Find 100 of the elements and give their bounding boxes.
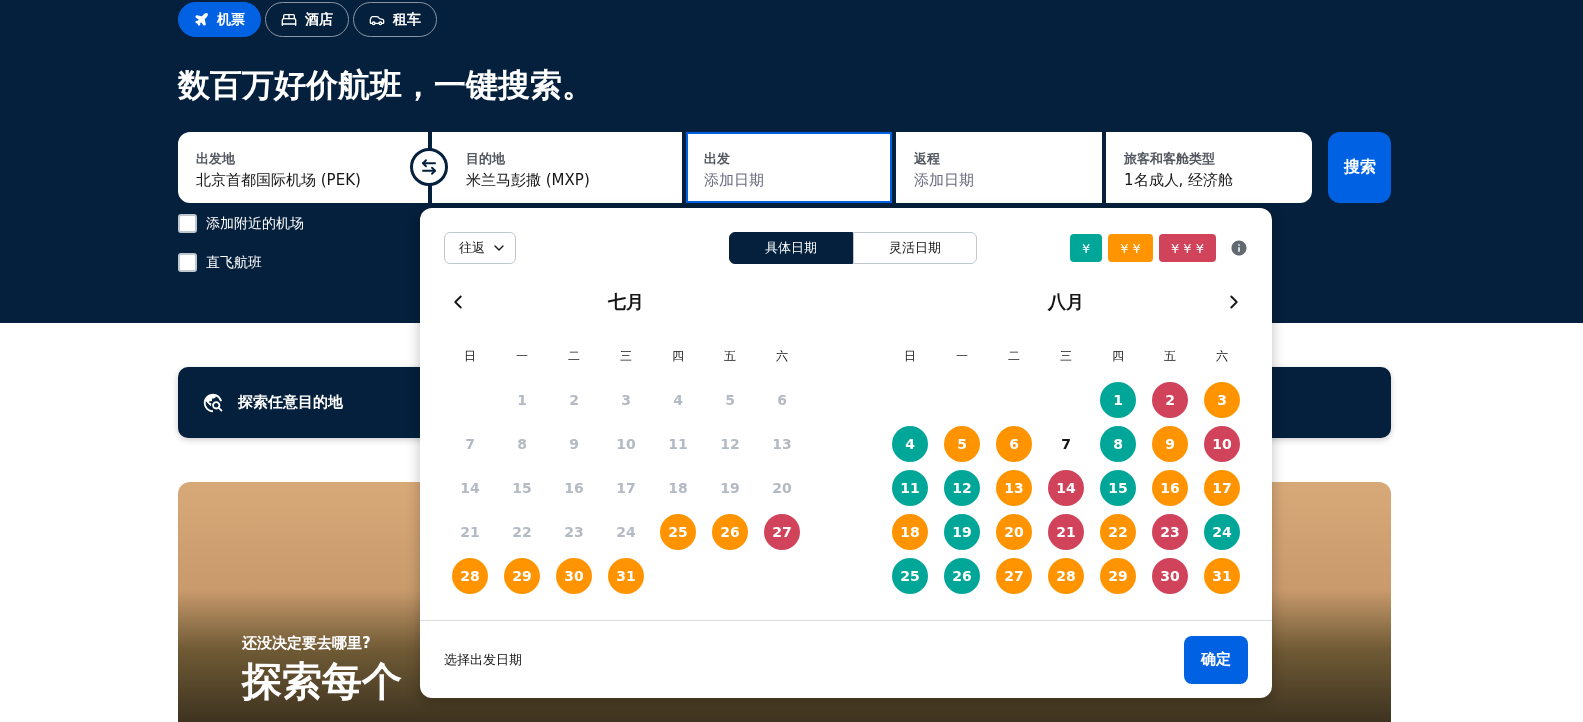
weekday-label: 日 <box>463 347 477 365</box>
search-field[interactable]: 返程 添加日期 <box>896 132 1102 203</box>
calendar-day[interactable]: 13 <box>996 470 1032 506</box>
checkbox[interactable] <box>178 214 197 233</box>
weekday-label: 六 <box>1215 347 1229 365</box>
calendar-day[interactable]: 27 <box>764 514 800 550</box>
calendar-day[interactable]: 21 <box>452 514 488 550</box>
price-legend-chip: ¥ <box>1069 234 1103 262</box>
calendar-day[interactable]: 20 <box>996 514 1032 550</box>
field-placeholder: 添加日期 <box>914 171 975 190</box>
calendar-day[interactable]: 2 <box>1152 382 1188 418</box>
weekday-label: 日 <box>903 347 917 365</box>
calendar-day[interactable]: 29 <box>504 558 540 594</box>
calendar-day[interactable]: 7 <box>452 426 488 462</box>
calendar-day[interactable]: 26 <box>944 558 980 594</box>
calendar-day[interactable]: 25 <box>892 558 928 594</box>
calendar-day[interactable]: 16 <box>556 470 592 506</box>
calendar-day[interactable]: 10 <box>608 426 644 462</box>
calendar-day[interactable]: 1 <box>504 382 540 418</box>
weekday-label: 一 <box>955 347 969 365</box>
calendar-day[interactable]: 31 <box>1204 558 1240 594</box>
weekday-label: 二 <box>1007 347 1021 365</box>
calendar-day[interactable]: 12 <box>944 470 980 506</box>
info-icon[interactable] <box>1230 239 1248 257</box>
trip-type-select[interactable]: 往返 <box>444 232 516 264</box>
weekday-label: 四 <box>1111 347 1125 365</box>
search-field[interactable]: 出发地 北京首都国际机场 (PEK) <box>178 132 428 203</box>
search-field[interactable]: 旅客和客舱类型 1名成人, 经济舱 <box>1106 132 1312 203</box>
calendar-day[interactable]: 24 <box>608 514 644 550</box>
calendar-day[interactable]: 14 <box>452 470 488 506</box>
field-placeholder: 添加日期 <box>704 171 765 190</box>
price-legend-chip: ¥ ¥ <box>1108 234 1153 262</box>
calendar-day[interactable]: 6 <box>764 382 800 418</box>
calendar-day[interactable]: 7 <box>1048 426 1084 462</box>
calendar-day[interactable]: 18 <box>660 470 696 506</box>
globe-search-icon <box>202 391 224 414</box>
calendar-day[interactable]: 28 <box>452 558 488 594</box>
calendar-day[interactable]: 11 <box>892 470 928 506</box>
date-mode-tab[interactable]: 具体日期 <box>728 232 853 264</box>
nav-tab[interactable]: 机票 <box>178 2 261 37</box>
month-title: 七月 <box>608 290 644 314</box>
calendar-day[interactable]: 23 <box>1152 514 1188 550</box>
date-mode-tab[interactable]: 灵活日期 <box>852 232 977 264</box>
calendar-day[interactable]: 15 <box>1100 470 1136 506</box>
checkbox-label: 直飞航班 <box>206 253 262 272</box>
calendar-day[interactable]: 21 <box>1048 514 1084 550</box>
calendar-day[interactable]: 23 <box>556 514 592 550</box>
weekday-label: 三 <box>1059 347 1073 365</box>
calendar-day[interactable]: 9 <box>556 426 592 462</box>
calendar-day[interactable]: 11 <box>660 426 696 462</box>
calendar-day[interactable]: 5 <box>712 382 748 418</box>
calendar-day[interactable]: 12 <box>712 426 748 462</box>
search-field[interactable]: 出发 添加日期 <box>686 132 892 203</box>
weekday-label: 一 <box>515 347 529 365</box>
calendar-day[interactable]: 18 <box>892 514 928 550</box>
calendar-day[interactable]: 31 <box>608 558 644 594</box>
footer-hint: 选择出发日期 <box>444 650 522 669</box>
calendar-day[interactable]: 25 <box>660 514 696 550</box>
calendar-day[interactable]: 29 <box>1100 558 1136 594</box>
calendar-day[interactable]: 19 <box>712 470 748 506</box>
swap-icon <box>420 158 438 176</box>
calendar-day[interactable]: 13 <box>764 426 800 462</box>
calendar-day[interactable]: 16 <box>1152 470 1188 506</box>
calendar-day[interactable]: 3 <box>1204 382 1240 418</box>
calendar-day[interactable]: 3 <box>608 382 644 418</box>
calendar-day[interactable]: 4 <box>892 426 928 462</box>
calendar-day[interactable]: 30 <box>1152 558 1188 594</box>
calendar-day[interactable]: 26 <box>712 514 748 550</box>
calendar-day[interactable]: 22 <box>504 514 540 550</box>
calendar-day[interactable]: 27 <box>996 558 1032 594</box>
calendar-day[interactable]: 28 <box>1048 558 1084 594</box>
weekday-label: 四 <box>671 347 685 365</box>
calendar-day[interactable]: 24 <box>1204 514 1240 550</box>
calendar-day[interactable]: 19 <box>944 514 980 550</box>
calendar-day[interactable]: 9 <box>1152 426 1188 462</box>
calendar-day[interactable]: 6 <box>996 426 1032 462</box>
hero-title: 探索每个 <box>242 657 402 706</box>
plane-icon <box>194 12 209 27</box>
checkbox[interactable] <box>178 253 197 272</box>
field-label: 目的地 <box>466 150 506 168</box>
calendar-day[interactable]: 8 <box>504 426 540 462</box>
weekday-label: 六 <box>775 347 789 365</box>
calendar-day[interactable]: 4 <box>660 382 696 418</box>
field-label: 旅客和客舱类型 <box>1124 150 1216 168</box>
calendar-day[interactable]: 2 <box>556 382 592 418</box>
calendar-day[interactable]: 17 <box>608 470 644 506</box>
calendar-day[interactable]: 30 <box>556 558 592 594</box>
weekday-label: 五 <box>1163 347 1177 365</box>
calendar-day[interactable]: 15 <box>504 470 540 506</box>
calendar-day[interactable]: 20 <box>764 470 800 506</box>
calendar-day[interactable]: 5 <box>944 426 980 462</box>
search-button[interactable]: 搜索 <box>1328 132 1391 203</box>
confirm-button[interactable]: 确定 <box>1184 635 1248 684</box>
calendar-day[interactable]: 8 <box>1100 426 1136 462</box>
calendar-day[interactable]: 14 <box>1048 470 1084 506</box>
search-field[interactable]: 目的地 米兰马彭撒 (MXP) <box>432 132 682 203</box>
calendar-day[interactable]: 17 <box>1204 470 1240 506</box>
calendar-day[interactable]: 10 <box>1204 426 1240 462</box>
calendar-day[interactable]: 1 <box>1100 382 1136 418</box>
calendar-day[interactable]: 22 <box>1100 514 1136 550</box>
